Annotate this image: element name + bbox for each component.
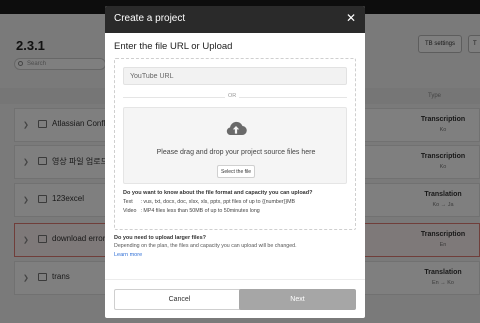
next-button[interactable]: Next bbox=[239, 289, 356, 310]
learn-more-link[interactable]: Learn more bbox=[114, 252, 142, 258]
text-format-value: : vus, txt, docx, doc, xlsx, xls, pptx, … bbox=[140, 199, 296, 205]
cancel-button[interactable]: Cancel bbox=[114, 289, 245, 310]
dialog-subtitle: Enter the file URL or Upload bbox=[114, 41, 233, 52]
video-format-value: : MP4 files less than 50MB of up to 50mi… bbox=[140, 208, 260, 214]
file-dropzone[interactable]: Please drag and drop your project source… bbox=[123, 107, 347, 184]
youtube-url-input[interactable] bbox=[123, 67, 347, 85]
select-file-button[interactable]: Select the file bbox=[217, 165, 255, 178]
text-label: Text bbox=[123, 199, 133, 205]
format-info-question: Do you want to know about the file forma… bbox=[123, 190, 313, 196]
video-label: Video bbox=[123, 208, 137, 214]
dropzone-text: Please drag and drop your project source… bbox=[156, 149, 316, 156]
or-separator: OR bbox=[225, 93, 240, 99]
larger-files-description: Depending on the plan, the files and cap… bbox=[114, 243, 297, 249]
create-project-dialog: Create a project ✕ Enter the file URL or… bbox=[105, 6, 365, 318]
larger-files-question: Do you need to upload larger files? bbox=[114, 235, 206, 241]
close-icon[interactable]: ✕ bbox=[346, 11, 356, 25]
cloud-upload-icon bbox=[226, 121, 247, 136]
upload-area: OR Please drag and drop your project sou… bbox=[114, 58, 356, 230]
text-format-info: Text : vus, txt, docx, doc, xlsx, xls, p… bbox=[123, 199, 295, 205]
dialog-header: Create a project ✕ bbox=[105, 6, 365, 33]
footer-divider bbox=[105, 279, 365, 280]
video-format-info: Video : MP4 files less than 50MB of up t… bbox=[123, 208, 260, 214]
dialog-title: Create a project bbox=[114, 13, 186, 24]
